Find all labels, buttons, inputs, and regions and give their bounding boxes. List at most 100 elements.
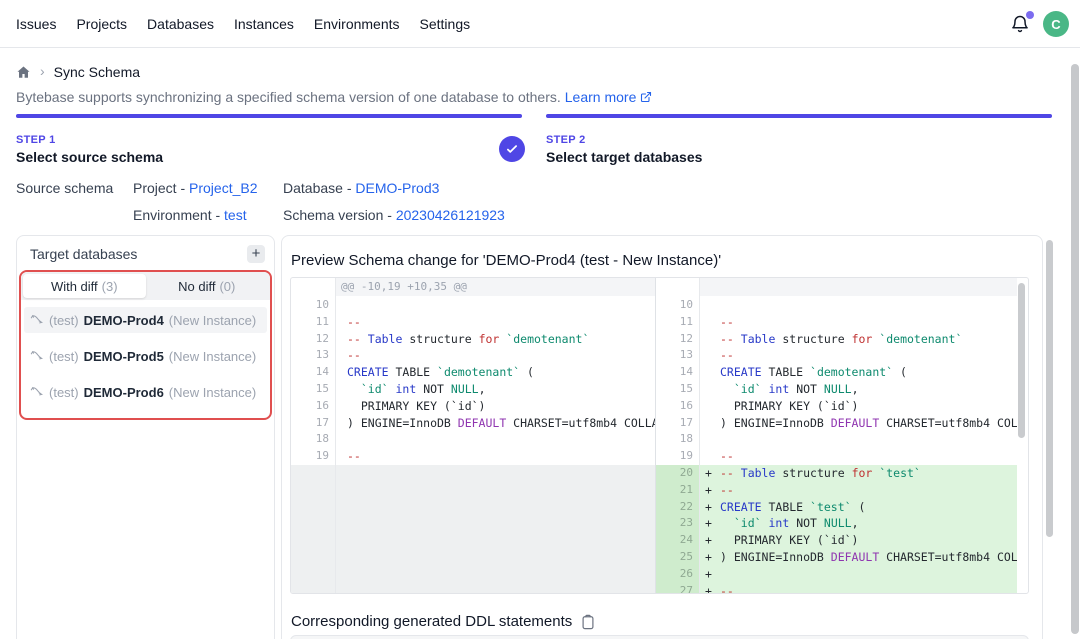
intro-sentence: Bytebase supports synchronizing a specif… xyxy=(16,89,561,105)
step2-label: STEP 2 xyxy=(546,134,586,146)
add-target-database-button[interactable]: + xyxy=(247,245,265,263)
step1-title: Select source schema xyxy=(16,149,163,165)
notification-dot xyxy=(1026,11,1034,19)
tab-with-diff-label: With diff xyxy=(51,279,98,294)
target-panel-title: Target databases xyxy=(30,246,137,262)
diff-line-27: 27+-- xyxy=(655,583,1017,593)
ddl-editor-top-edge xyxy=(290,635,1029,639)
list-item-demo-prod4[interactable]: (test) DEMO-Prod4 (New Instance) xyxy=(24,307,267,333)
diff-line-24: 24+ PRIMARY KEY (`id`) xyxy=(655,532,1017,549)
ddl-title: Corresponding generated DDL statements xyxy=(291,613,572,630)
diff-line-16: 16 PRIMARY KEY (`id`) xyxy=(291,398,655,415)
schema-version-link[interactable]: 20230426121923 xyxy=(396,207,505,223)
db-name: DEMO-Prod6 xyxy=(84,385,164,400)
editor-vertical-scrollbar[interactable] xyxy=(1018,283,1025,438)
step2-progress-bar xyxy=(546,114,1052,118)
diff-original-pane[interactable]: 1011--12-- Table structure for `demotena… xyxy=(291,297,655,593)
learn-more-link[interactable]: Learn more xyxy=(565,89,637,105)
diff-line-16: 16 PRIMARY KEY (`id`) xyxy=(655,398,1017,415)
gutter-divider xyxy=(699,278,700,593)
diff-line-20: 20+-- Table structure for `test` xyxy=(655,465,1017,482)
diff-line-17: 17) ENGINE=InnoDB DEFAULT CHARSET=utf8mb… xyxy=(291,415,655,432)
diff-line-14: 14CREATE TABLE `demotenant` ( xyxy=(291,364,655,381)
source-environment: Environment - test xyxy=(133,207,247,223)
diff-line-15: 15 `id` int NOT NULL, xyxy=(291,381,655,398)
diff-line-13: 13-- xyxy=(655,347,1017,364)
nav-right: C xyxy=(1010,0,1069,48)
target-list-highlight-box: With diff (3) No diff (0) (test) DEMO-Pr… xyxy=(19,270,272,420)
gutter-divider xyxy=(335,278,336,593)
database-link[interactable]: DEMO-Prod3 xyxy=(355,180,439,196)
db-name: DEMO-Prod5 xyxy=(84,349,164,364)
database-label: Database - xyxy=(283,180,351,196)
chevron-right-icon: › xyxy=(40,63,45,79)
db-suffix: (New Instance) xyxy=(169,385,256,400)
db-env: (test) xyxy=(49,313,79,328)
tab-with-diff[interactable]: With diff (3) xyxy=(23,274,146,298)
environment-link[interactable]: test xyxy=(224,207,247,223)
mysql-engine-icon xyxy=(30,385,44,399)
mysql-engine-icon xyxy=(30,349,44,363)
home-icon[interactable] xyxy=(16,65,31,80)
diff-line-18: 18 xyxy=(655,431,1017,448)
page-scrollbar[interactable] xyxy=(1071,64,1079,634)
db-suffix: (New Instance) xyxy=(169,349,256,364)
source-version: Schema version - 20230426121923 xyxy=(283,207,505,223)
list-item-demo-prod5[interactable]: (test) DEMO-Prod5 (New Instance) xyxy=(24,343,267,369)
diff-hunk-header-right xyxy=(699,278,1017,296)
diff-line-11: 11-- xyxy=(655,314,1017,331)
source-database: Database - DEMO-Prod3 xyxy=(283,180,439,196)
diff-line-17: 17) ENGINE=InnoDB DEFAULT CHARSET=utf8mb… xyxy=(655,415,1017,432)
external-link-icon[interactable] xyxy=(640,91,652,103)
pane-divider xyxy=(655,278,656,593)
diff-modified-pane[interactable]: 1011--12-- Table structure for `demotena… xyxy=(655,297,1017,593)
diff-line-19: 19-- xyxy=(655,448,1017,465)
target-database-list: (test) DEMO-Prod4 (New Instance) (test) … xyxy=(21,300,270,405)
nav-item-environments[interactable]: Environments xyxy=(314,16,400,32)
diff-line-26: 26+ xyxy=(655,566,1017,583)
avatar[interactable]: C xyxy=(1043,11,1069,37)
schema-version-label: Schema version - xyxy=(283,207,392,223)
nav-item-databases[interactable]: Databases xyxy=(147,16,214,32)
diff-line-11: 11-- xyxy=(291,314,655,331)
app-window: Issues Projects Databases Instances Envi… xyxy=(0,0,1080,639)
project-label: Project - xyxy=(133,180,185,196)
project-link[interactable]: Project_B2 xyxy=(189,180,257,196)
top-navigation: Issues Projects Databases Instances Envi… xyxy=(0,0,1080,48)
source-project: Project - Project_B2 xyxy=(133,180,258,196)
tab-no-diff[interactable]: No diff (0) xyxy=(146,274,269,298)
db-env: (test) xyxy=(49,349,79,364)
db-name: DEMO-Prod4 xyxy=(84,313,164,328)
step2-title: Select target databases xyxy=(546,149,702,165)
step1-complete-check-icon xyxy=(499,136,525,162)
source-schema-label: Source schema xyxy=(16,180,113,196)
nav-item-settings[interactable]: Settings xyxy=(420,16,471,32)
tab-no-diff-label: No diff xyxy=(178,279,215,294)
diff-line-13: 13-- xyxy=(291,347,655,364)
diff-line-19: 19-- xyxy=(291,448,655,465)
preview-panel-scrollbar[interactable] xyxy=(1046,240,1053,537)
tab-no-diff-count: (0) xyxy=(219,279,235,294)
diff-filter-tabs: With diff (3) No diff (0) xyxy=(21,272,270,300)
copy-ddl-icon[interactable] xyxy=(581,614,595,630)
preview-title: Preview Schema change for 'DEMO-Prod4 (t… xyxy=(291,252,721,269)
list-item-demo-prod6[interactable]: (test) DEMO-Prod6 (New Instance) xyxy=(24,379,267,405)
mysql-engine-icon xyxy=(30,313,44,327)
diff-line-12: 12-- Table structure for `demotenant` xyxy=(655,331,1017,348)
step1-label: STEP 1 xyxy=(16,134,56,146)
nav-item-projects[interactable]: Projects xyxy=(76,16,127,32)
nav-item-instances[interactable]: Instances xyxy=(234,16,294,32)
diff-hunk-header-text: @@ -10,19 +10,35 @@ xyxy=(335,278,655,296)
environment-label: Environment - xyxy=(133,207,220,223)
step1-progress-bar xyxy=(16,114,522,118)
breadcrumb-page: Sync Schema xyxy=(54,64,140,80)
diff-editor[interactable]: @@ -10,19 +10,35 @@ 1011--12-- Table str… xyxy=(290,277,1029,594)
diff-line-14: 14CREATE TABLE `demotenant` ( xyxy=(655,364,1017,381)
diff-line-15: 15 `id` int NOT NULL, xyxy=(655,381,1017,398)
ddl-section-header: Corresponding generated DDL statements xyxy=(291,613,595,630)
diff-hunk-header: @@ -10,19 +10,35 @@ xyxy=(335,278,655,296)
notification-bell-icon[interactable] xyxy=(1010,14,1030,34)
target-databases-panel: Target databases + With diff (3) No diff… xyxy=(16,235,275,639)
diff-line-25: 25+) ENGINE=InnoDB DEFAULT CHARSET=utf8m… xyxy=(655,549,1017,566)
nav-item-issues[interactable]: Issues xyxy=(16,16,56,32)
